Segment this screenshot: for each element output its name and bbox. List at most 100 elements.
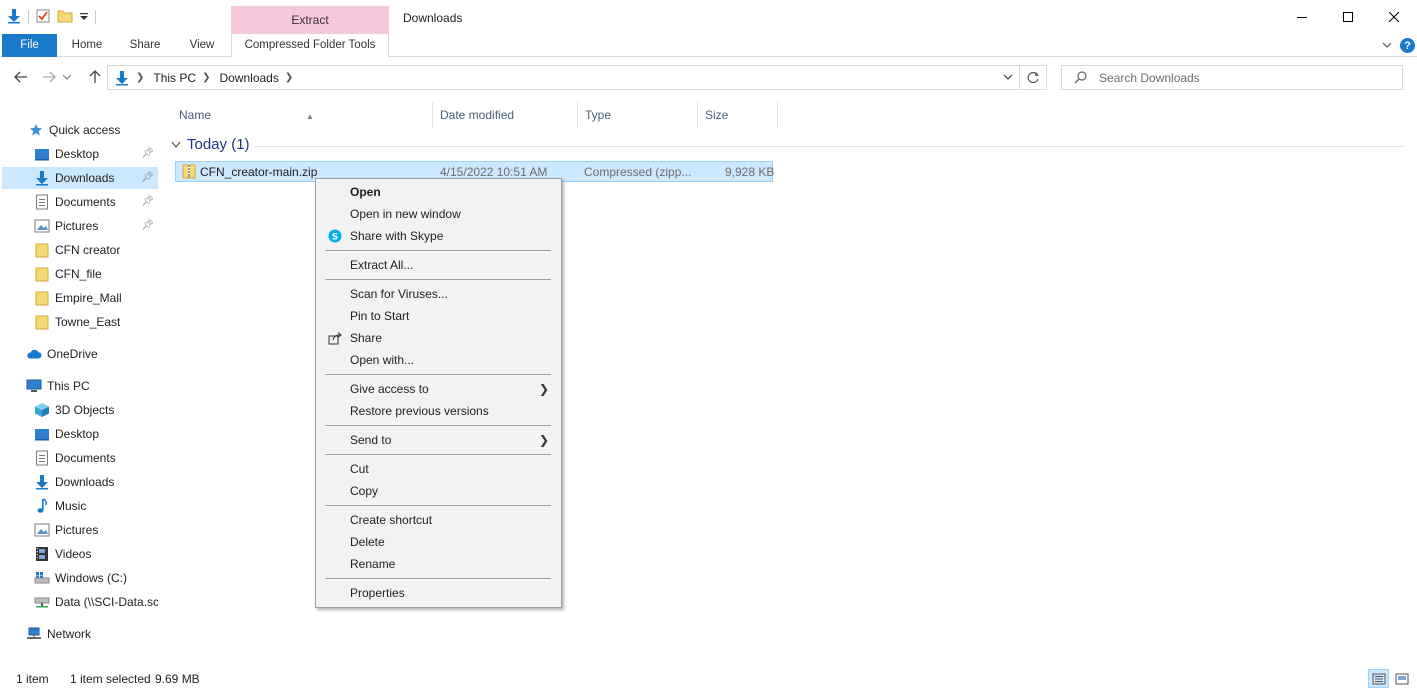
nav-pc-videos[interactable]: Videos: [2, 543, 158, 565]
group-header-today[interactable]: Today (1): [171, 136, 1405, 153]
menu-give-access[interactable]: Give access to ❯: [318, 378, 559, 400]
downloads-arrow-icon: [6, 8, 22, 27]
downloads-arrow-icon: [34, 474, 50, 490]
desktop-icon: [34, 426, 50, 442]
pin-icon[interactable]: 📌︎: [141, 196, 154, 207]
share-icon: [327, 330, 343, 346]
large-icons-view-button[interactable]: [1391, 669, 1412, 688]
tab-home[interactable]: Home: [66, 34, 108, 57]
menu-share-skype[interactable]: S Share with Skype: [318, 225, 559, 247]
nav-pc-3d-objects[interactable]: 3D Objects: [2, 399, 158, 421]
nav-qa-desktop[interactable]: Desktop 📌︎: [2, 143, 158, 165]
customize-toolbar-icon[interactable]: [79, 8, 89, 27]
column-header-type[interactable]: Type: [578, 102, 698, 128]
breadcrumb-downloads[interactable]: Downloads: [219, 71, 278, 85]
nav-label: Documents: [55, 451, 116, 465]
nav-label: Downloads: [55, 475, 115, 489]
menu-create-shortcut[interactable]: Create shortcut: [318, 509, 559, 531]
search-box[interactable]: [1061, 65, 1403, 90]
nav-qa-pictures[interactable]: Pictures 📌︎: [2, 215, 158, 237]
nav-qa-downloads[interactable]: Downloads 📌︎: [2, 167, 158, 189]
pin-icon[interactable]: 📌︎: [141, 148, 154, 159]
status-bar: 1 item 1 item selected 9.69 MB: [0, 666, 1417, 692]
column-header-size[interactable]: Size: [698, 102, 778, 128]
pin-icon[interactable]: 📌︎: [141, 220, 154, 231]
nav-pc-network-drive[interactable]: Data (\\SCI-Data.sci: [2, 591, 158, 613]
documents-icon: [34, 194, 50, 210]
address-dropdown-icon[interactable]: [1003, 70, 1013, 87]
breadcrumb-chevron-icon[interactable]: ❯: [136, 72, 144, 83]
status-selected: 1 item selected: [70, 672, 151, 686]
menu-cut[interactable]: Cut: [318, 458, 559, 480]
submenu-arrow-icon: ❯: [538, 433, 549, 447]
nav-network[interactable]: Network: [2, 623, 158, 645]
nav-pc-documents[interactable]: Documents: [2, 447, 158, 469]
new-folder-icon[interactable]: [57, 8, 73, 27]
tab-compressed-folder-tools[interactable]: Compressed Folder Tools: [231, 34, 389, 58]
navigation-pane: Quick access Desktop 📌︎ Downloads 📌︎ Doc…: [0, 96, 160, 666]
folder-icon: [34, 314, 50, 330]
nav-pc-windows-c[interactable]: Windows (C:): [2, 567, 158, 589]
cube-icon: [34, 402, 50, 418]
nav-quick-access[interactable]: Quick access: [2, 119, 158, 141]
menu-delete[interactable]: Delete: [318, 531, 559, 553]
details-view-button[interactable]: [1368, 669, 1389, 688]
breadcrumb-this-pc[interactable]: This PC: [153, 71, 196, 85]
tab-view[interactable]: View: [182, 34, 222, 57]
cloud-icon: [26, 346, 42, 362]
nav-qa-empire-mall[interactable]: Empire_Mall: [2, 287, 158, 309]
menu-extract-all[interactable]: Extract All...: [318, 254, 559, 276]
recent-locations-button[interactable]: [60, 66, 74, 88]
properties-icon[interactable]: [35, 8, 51, 27]
expand-ribbon-icon[interactable]: [1382, 39, 1392, 53]
menu-share[interactable]: Share: [318, 327, 559, 349]
address-bar[interactable]: ❯ This PC ❯ Downloads ❯: [107, 65, 1020, 90]
nav-qa-cfn-file[interactable]: CFN_file: [2, 263, 158, 285]
menu-rename[interactable]: Rename: [318, 553, 559, 575]
menu-open[interactable]: Open: [318, 181, 559, 203]
column-header-date[interactable]: Date modified: [433, 102, 578, 128]
downloads-location-icon: [114, 70, 130, 86]
nav-onedrive[interactable]: OneDrive: [2, 343, 158, 365]
context-tab-group: Extract: [231, 6, 389, 34]
menu-restore-versions[interactable]: Restore previous versions: [318, 400, 559, 422]
svg-text:S: S: [332, 233, 338, 243]
menu-open-with[interactable]: Open with...: [318, 349, 559, 371]
menu-label: Give access to: [350, 382, 429, 396]
breadcrumb-chevron-icon[interactable]: ❯: [202, 72, 210, 83]
close-button[interactable]: [1371, 0, 1417, 34]
ribbon: File Home Share View Compressed Folder T…: [0, 34, 1417, 58]
menu-copy[interactable]: Copy: [318, 480, 559, 502]
up-button[interactable]: [84, 66, 106, 88]
column-label: Name: [179, 108, 212, 122]
maximize-button[interactable]: [1325, 0, 1371, 34]
sort-ascending-icon: ▲: [306, 112, 314, 121]
menu-open-new-window[interactable]: Open in new window: [318, 203, 559, 225]
menu-pin-to-start[interactable]: Pin to Start: [318, 305, 559, 327]
nav-pc-pictures[interactable]: Pictures: [2, 519, 158, 541]
menu-properties[interactable]: Properties: [318, 582, 559, 604]
search-input[interactable]: [1099, 70, 1379, 85]
column-header-name[interactable]: Name ▲: [172, 102, 433, 128]
menu-send-to[interactable]: Send to ❯: [318, 429, 559, 451]
ribbon-right-controls: ?: [1382, 34, 1417, 57]
nav-qa-documents[interactable]: Documents 📌︎: [2, 191, 158, 213]
pin-icon[interactable]: 📌︎: [141, 172, 154, 183]
nav-this-pc[interactable]: This PC: [2, 375, 158, 397]
minimize-button[interactable]: [1279, 0, 1325, 34]
nav-qa-towne-east[interactable]: Towne_East: [2, 311, 158, 333]
help-button[interactable]: ?: [1400, 38, 1415, 53]
refresh-button[interactable]: [1020, 65, 1047, 90]
forward-button[interactable]: [38, 66, 60, 88]
nav-pc-downloads[interactable]: Downloads: [2, 471, 158, 493]
folder-icon: [34, 266, 50, 282]
menu-scan-viruses[interactable]: Scan for Viruses...: [318, 283, 559, 305]
nav-pc-music[interactable]: Music: [2, 495, 158, 517]
breadcrumb-chevron-icon[interactable]: ❯: [285, 72, 293, 83]
menu-label: Share with Skype: [350, 229, 444, 243]
tab-share[interactable]: Share: [124, 34, 166, 57]
back-button[interactable]: [10, 66, 32, 88]
nav-qa-cfn-creator[interactable]: CFN creator: [2, 239, 158, 261]
tab-file[interactable]: File: [2, 34, 57, 57]
nav-pc-desktop[interactable]: Desktop: [2, 423, 158, 445]
